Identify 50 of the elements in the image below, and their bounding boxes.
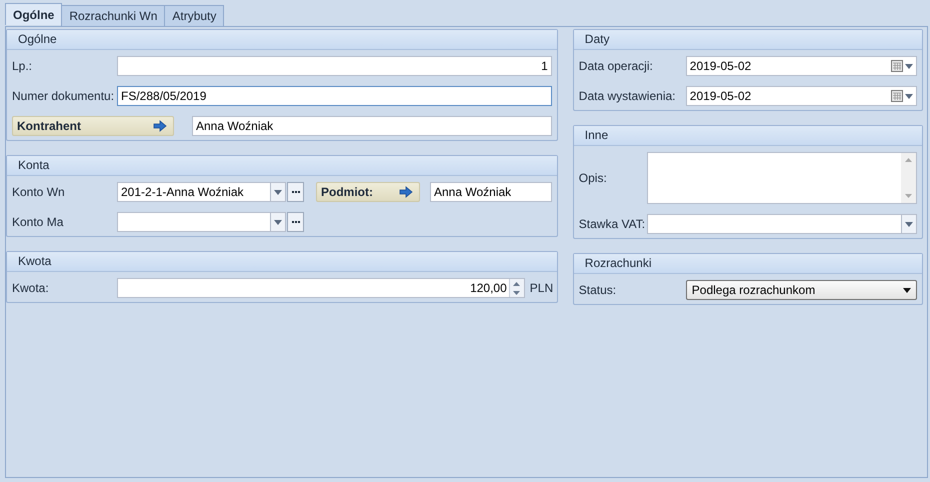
field-label: Stawka VAT: (578, 217, 646, 231)
scroll-up-icon[interactable] (905, 158, 912, 162)
field-label: Numer dokumentu: (12, 89, 116, 103)
calendar-icon (891, 60, 903, 72)
group-title: Inne (574, 126, 922, 146)
description-textarea[interactable] (646, 152, 917, 204)
spin-down-icon[interactable] (513, 290, 520, 294)
caret-icon (274, 220, 282, 224)
scroll-down-icon[interactable] (905, 194, 912, 198)
caret-icon (903, 288, 911, 292)
tab[interactable]: Atrybuty (164, 5, 224, 26)
amount-field[interactable]: 120,00 (117, 278, 525, 298)
arrow-right-icon (153, 120, 167, 132)
tab[interactable]: Ogólne (5, 3, 62, 25)
caret-icon (905, 94, 913, 98)
contractor-link-button[interactable]: Kontrahent (12, 116, 174, 136)
date-field[interactable]: 2019-05-02 (686, 56, 917, 76)
field-label: Opis: (578, 171, 608, 185)
tab[interactable]: Rozrachunki Wn (61, 5, 166, 26)
field-label: Data wystawienia: (578, 89, 676, 103)
text-field[interactable]: 1 (117, 56, 552, 76)
caret-icon (905, 64, 913, 68)
scrollbar[interactable] (901, 153, 916, 203)
spin-up-icon[interactable] (513, 282, 520, 286)
group-title: Daty (574, 30, 922, 50)
ellipsis-button[interactable] (287, 182, 304, 202)
arrow-right-icon (399, 186, 413, 198)
calendar-icon (891, 90, 903, 102)
date-field[interactable]: 2019-05-02 (686, 86, 917, 106)
group-title: Konta (7, 156, 557, 176)
subject-link-button[interactable]: Podmiot: (316, 182, 420, 202)
field-label: Data operacji: (578, 59, 654, 73)
vat-combo[interactable] (646, 214, 917, 234)
group-title: Ogólne (7, 30, 557, 50)
field-label: Kwota: (12, 281, 50, 295)
text-field[interactable]: Anna Woźniak (430, 182, 552, 202)
caret-icon (905, 222, 913, 226)
caret-icon (274, 190, 282, 194)
spin-buttons[interactable] (508, 279, 524, 297)
currency-label: PLN (530, 281, 552, 295)
text-field[interactable]: FS/288/05/2019 (117, 86, 552, 106)
field-label: Status: (578, 283, 618, 297)
group-title: Kwota (7, 252, 557, 272)
ellipsis-button[interactable] (287, 212, 304, 232)
field-label: Konto Ma (12, 215, 64, 229)
field-label: Konto Wn (12, 185, 66, 199)
status-dropdown[interactable]: Podlega rozrachunkom (686, 280, 917, 300)
group-title: Rozrachunki (574, 254, 922, 274)
field-label: Lp.: (12, 59, 34, 73)
text-field[interactable]: Anna Woźniak (192, 116, 552, 136)
